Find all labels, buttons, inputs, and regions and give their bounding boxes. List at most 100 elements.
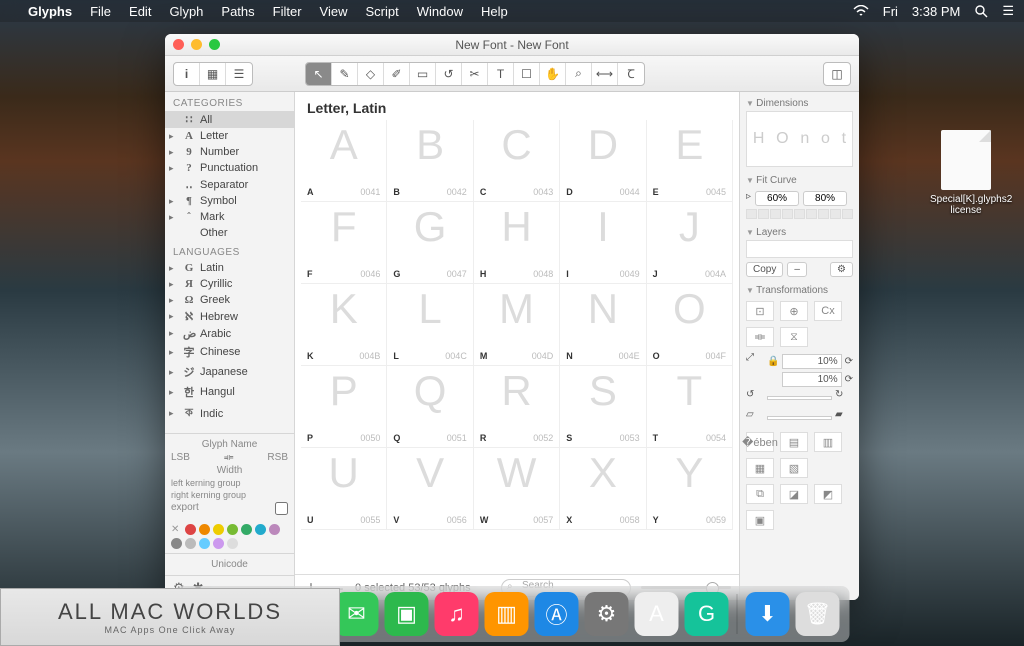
reference-cap-icon[interactable]: Cx bbox=[814, 301, 842, 321]
scale-y-field[interactable]: 10% bbox=[782, 372, 842, 387]
dock-appstore[interactable]: Ⓐ bbox=[535, 592, 579, 636]
glyph-cell-N[interactable]: NN004E bbox=[560, 284, 646, 366]
language-hangul[interactable]: ▸한Hangul bbox=[165, 382, 294, 402]
titlebar[interactable]: New Font - New Font bbox=[165, 34, 859, 56]
color-label-1[interactable] bbox=[199, 524, 210, 535]
select-tool[interactable]: ↖ bbox=[306, 63, 332, 85]
color-label-10[interactable] bbox=[213, 538, 224, 549]
glyph-cell-H[interactable]: HH0048 bbox=[474, 202, 560, 284]
language-indic[interactable]: ▸কIndic bbox=[165, 402, 294, 425]
color-label-6[interactable] bbox=[269, 524, 280, 535]
menu-edit[interactable]: Edit bbox=[129, 4, 151, 19]
align-top-icon[interactable]: ▦ bbox=[746, 458, 774, 478]
rotate-cw-button[interactable]: ↻ bbox=[835, 389, 853, 407]
delete-layer-button[interactable]: – bbox=[787, 262, 807, 277]
zoom-tool[interactable]: ⌕ bbox=[566, 63, 592, 85]
glyph-cell-V[interactable]: VV0056 bbox=[387, 448, 473, 530]
dock-grammarly[interactable]: G bbox=[685, 592, 729, 636]
dimensions-header[interactable]: Dimensions bbox=[746, 96, 853, 111]
export-checkbox[interactable] bbox=[275, 502, 288, 515]
menu-help[interactable]: Help bbox=[481, 4, 508, 19]
text-tool[interactable]: T bbox=[488, 63, 514, 85]
fitcurve-low[interactable] bbox=[755, 191, 799, 206]
pen-tool[interactable]: ✎ bbox=[332, 63, 358, 85]
glyph-cell-C[interactable]: CC0043 bbox=[474, 120, 560, 202]
glyph-cell-W[interactable]: WW0057 bbox=[474, 448, 560, 530]
language-chinese[interactable]: ▸字Chinese bbox=[165, 342, 294, 362]
zoom-button[interactable] bbox=[209, 39, 220, 50]
glyph-cell-E[interactable]: EE0045 bbox=[647, 120, 733, 202]
color-label-0[interactable] bbox=[185, 524, 196, 535]
category-all[interactable]: ∷All bbox=[165, 111, 294, 128]
language-arabic[interactable]: ▸ضArabic bbox=[165, 325, 294, 342]
menu-glyph[interactable]: Glyph bbox=[169, 4, 203, 19]
scale-x-field[interactable]: 10% bbox=[782, 354, 841, 369]
layers-list[interactable] bbox=[746, 240, 853, 258]
language-greek[interactable]: ▸ΩGreek bbox=[165, 292, 294, 308]
category-mark[interactable]: ▸ˆMark bbox=[165, 209, 294, 225]
language-cyrillic[interactable]: ▸ЯCyrillic bbox=[165, 276, 294, 292]
dock-trash[interactable]: 🗑 bbox=[796, 592, 840, 636]
dock-settings[interactable]: ⚙ bbox=[585, 592, 629, 636]
category-letter[interactable]: ▸ALetter bbox=[165, 128, 294, 144]
rotate-ccw-button[interactable]: ↺ bbox=[746, 389, 764, 407]
category-punctuation[interactable]: ▸?Punctuation bbox=[165, 160, 294, 176]
boolean-intersect-icon[interactable]: ◩ bbox=[814, 484, 842, 504]
boolean-exclude-icon[interactable]: ▣ bbox=[746, 510, 774, 530]
dock-itunes[interactable]: ♫ bbox=[435, 592, 479, 636]
wifi-icon[interactable] bbox=[853, 5, 869, 17]
menu-view[interactable]: View bbox=[320, 4, 348, 19]
hand-tool[interactable]: ✋ bbox=[540, 63, 566, 85]
category-separator[interactable]: ‥Separator bbox=[165, 176, 294, 193]
glyph-cell-Y[interactable]: YY0059 bbox=[647, 448, 733, 530]
color-clear-icon[interactable]: ✕ bbox=[171, 524, 179, 535]
glyph-cell-J[interactable]: JJ004A bbox=[647, 202, 733, 284]
menu-paths[interactable]: Paths bbox=[221, 4, 254, 19]
color-label-8[interactable] bbox=[185, 538, 196, 549]
glyph-cell-O[interactable]: OO004F bbox=[647, 284, 733, 366]
dock-downloads[interactable]: ⬇ bbox=[746, 592, 790, 636]
category-other[interactable]: Other bbox=[165, 225, 294, 241]
measure-tool[interactable]: ⟷ bbox=[592, 63, 618, 85]
spotlight-icon[interactable] bbox=[974, 4, 988, 18]
align-center-icon[interactable]: ▤ bbox=[780, 432, 808, 452]
slant-field[interactable] bbox=[767, 416, 832, 420]
list-view-button[interactable]: ☰ bbox=[226, 63, 252, 85]
language-japanese[interactable]: ▸ジJapanese bbox=[165, 362, 294, 382]
color-label-2[interactable] bbox=[213, 524, 224, 535]
slant-left-button[interactable]: ▱ bbox=[746, 409, 764, 427]
app-name[interactable]: Glyphs bbox=[28, 4, 72, 19]
knife-tool[interactable]: ✂ bbox=[462, 63, 488, 85]
fitcurve-header[interactable]: Fit Curve bbox=[746, 173, 853, 188]
clock-time[interactable]: 3:38 PM bbox=[912, 4, 960, 19]
menu-extras-icon[interactable]: ☰ bbox=[1002, 3, 1014, 19]
glyph-cell-S[interactable]: SS0053 bbox=[560, 366, 646, 448]
fitcurve-arrow-icon[interactable]: ▹ bbox=[746, 191, 751, 206]
erase-tool[interactable]: ◇ bbox=[358, 63, 384, 85]
menu-filter[interactable]: Filter bbox=[273, 4, 302, 19]
menu-window[interactable]: Window bbox=[417, 4, 463, 19]
rotate-tool[interactable]: ↺ bbox=[436, 63, 462, 85]
glyph-cell-A[interactable]: AA0041 bbox=[301, 120, 387, 202]
color-label-5[interactable] bbox=[255, 524, 266, 535]
slant-right-button[interactable]: ▰ bbox=[835, 409, 853, 427]
lock-icon[interactable]: 🔒 bbox=[767, 356, 779, 367]
color-label-4[interactable] bbox=[241, 524, 252, 535]
dock-messages[interactable]: ✉ bbox=[335, 592, 379, 636]
glyph-cell-I[interactable]: II0049 bbox=[560, 202, 646, 284]
glyph-cell-T[interactable]: TT0054 bbox=[647, 366, 733, 448]
copy-layer-button[interactable]: Copy bbox=[746, 262, 783, 277]
glyph-cell-U[interactable]: UU0055 bbox=[301, 448, 387, 530]
boolean-subtract-icon[interactable]: ◪ bbox=[780, 484, 808, 504]
color-label-11[interactable] bbox=[227, 538, 238, 549]
draw-tool[interactable]: ✐ bbox=[384, 63, 410, 85]
align-bottom-icon[interactable]: ▧ bbox=[780, 458, 808, 478]
category-symbol[interactable]: ▸¶Symbol bbox=[165, 193, 294, 209]
reference-grid-icon[interactable]: ⊡ bbox=[746, 301, 774, 321]
glyph-cell-F[interactable]: FF0046 bbox=[301, 202, 387, 284]
grid-view-button[interactable]: ▦ bbox=[200, 63, 226, 85]
glyph-cell-P[interactable]: PP0050 bbox=[301, 366, 387, 448]
annotate-tool[interactable]: ☐ bbox=[514, 63, 540, 85]
language-latin[interactable]: ▸GLatin bbox=[165, 260, 294, 276]
glyph-cell-B[interactable]: BB0042 bbox=[387, 120, 473, 202]
